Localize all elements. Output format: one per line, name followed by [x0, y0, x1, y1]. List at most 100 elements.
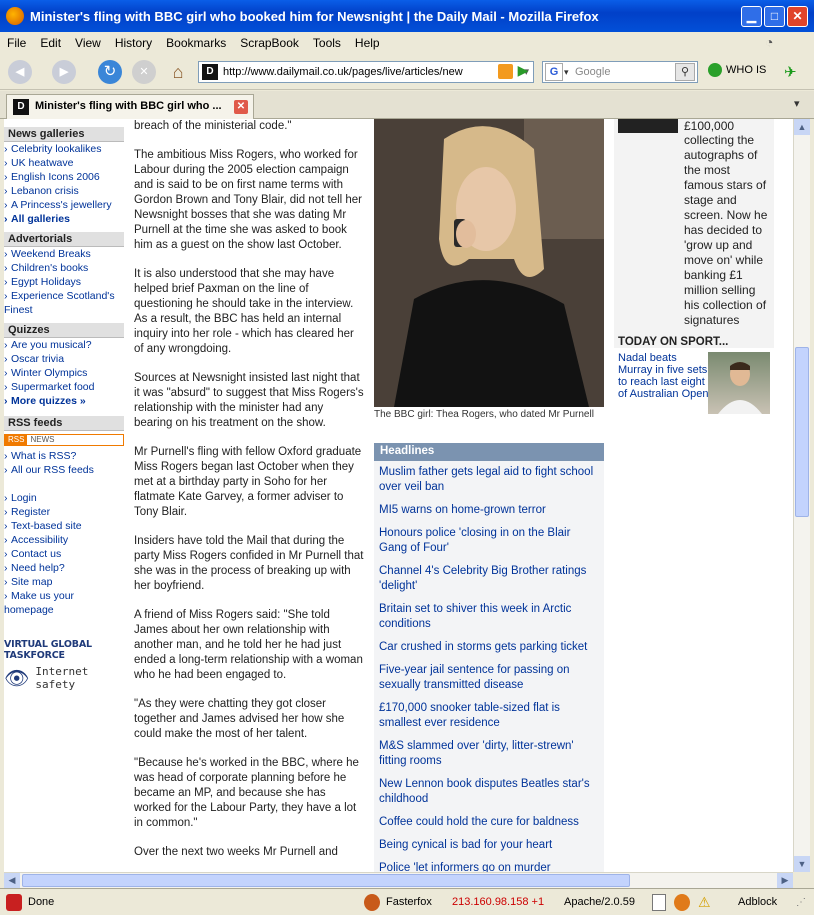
link-childrens-books[interactable]: Children's books [4, 261, 124, 275]
link-experience-scotland[interactable]: Experience Scotland's [4, 289, 124, 303]
link-register[interactable]: Register [4, 505, 124, 519]
scroll-right-icon[interactable]: ▶ [777, 873, 793, 888]
back-arrow-icon[interactable]: ◀ [8, 60, 32, 84]
ip-address[interactable]: 213.160.98.158 +1 [452, 894, 544, 911]
link-uk-heatwave[interactable]: UK heatwave [4, 156, 124, 170]
headline-link[interactable]: MI5 warns on home-grown terror [374, 499, 604, 522]
engine-dropdown-icon[interactable]: ▾ [564, 62, 569, 82]
reload-icon[interactable]: ↻ [98, 60, 122, 84]
warning-icon[interactable]: ⚠ [698, 894, 711, 911]
navigation-toolbar: ◀ ▶ ↻ ✕ ⌂ D http://www.dailymail.co.uk/p… [0, 54, 814, 90]
home-icon[interactable]: ⌂ [166, 60, 190, 84]
horizontal-scrollbar[interactable]: ◀ ▶ [4, 872, 793, 888]
rss-feed-icon[interactable] [498, 64, 513, 79]
link-more-quizzes[interactable]: More quizzes » [4, 394, 124, 408]
status-bar: Done Fasterfox 213.160.98.158 +1 Apache/… [0, 888, 814, 915]
section-news-galleries: News galleries [4, 127, 124, 142]
whois-button[interactable]: WHO IS [708, 63, 766, 77]
headline-link[interactable]: Muslim father gets legal aid to fight sc… [374, 461, 604, 499]
headline-link[interactable]: M&S slammed over 'dirty, litter-strewn' … [374, 735, 604, 773]
google-engine-icon[interactable]: G [545, 63, 563, 81]
headline-link[interactable]: Coffee could hold the cure for baldness [374, 811, 604, 834]
sport-link[interactable]: Nadal beats Murray in five sets to reach… [614, 352, 709, 400]
rss-news-badge[interactable]: RSS NEWS [4, 434, 124, 446]
resize-grip-icon[interactable]: ⋰ [796, 894, 808, 911]
link-weekend-breaks[interactable]: Weekend Breaks [4, 247, 124, 261]
link-homepage-cont[interactable]: homepage [4, 603, 124, 617]
link-make-us-homepage[interactable]: Make us your [4, 589, 124, 603]
link-all-galleries[interactable]: All galleries [4, 212, 124, 226]
menu-file[interactable]: File [0, 36, 33, 50]
link-what-is-rss[interactable]: What is RSS? [4, 449, 124, 463]
link-login[interactable]: Login [4, 491, 124, 505]
close-window-button[interactable]: ✕ [787, 6, 808, 27]
status-addon-icon[interactable] [6, 894, 22, 911]
scroll-thumb[interactable] [795, 347, 809, 517]
vgt-logo-title[interactable]: VIRTUAL GLOBAL TASKFORCE [4, 639, 124, 661]
tab-list-icon[interactable]: ▾ [794, 97, 800, 110]
link-are-you-musical[interactable]: Are you musical? [4, 338, 124, 352]
headline-link[interactable]: Britain set to shiver this week in Arcti… [374, 598, 604, 636]
headline-link[interactable]: New Lennon book disputes Beatles star's … [374, 773, 604, 811]
headline-link[interactable]: Police 'let informers go on murder [374, 857, 604, 872]
right-sidebox: £100,000 collecting the autographs of th… [614, 119, 774, 414]
search-field[interactable]: G ▾ Google ⚲ [542, 61, 698, 83]
link-all-rss-feeds[interactable]: All our RSS feeds [4, 463, 124, 477]
tab-article[interactable]: D Minister's fling with BBC girl who ...… [6, 94, 254, 119]
sidebox-text: collecting the autographs of the most fa… [614, 133, 774, 328]
menu-history[interactable]: History [108, 36, 159, 50]
link-winter-olympics[interactable]: Winter Olympics [4, 366, 124, 380]
sport-thumbnail[interactable] [708, 352, 770, 414]
page-info-icon[interactable] [652, 894, 666, 911]
link-contact-us[interactable]: Contact us [4, 547, 124, 561]
adblock-label[interactable]: Adblock [738, 894, 777, 911]
scroll-down-icon[interactable]: ▼ [794, 856, 810, 872]
headline-link[interactable]: Honours police 'closing in on the Blair … [374, 522, 604, 560]
link-accessibility[interactable]: Accessibility [4, 533, 124, 547]
fasterfox-icon[interactable] [364, 894, 380, 911]
hscroll-thumb[interactable] [22, 874, 630, 887]
link-supermarket-food[interactable]: Supermarket food [4, 380, 124, 394]
menu-bookmarks[interactable]: Bookmarks [159, 36, 233, 50]
url-field[interactable]: D http://www.dailymail.co.uk/pages/live/… [198, 61, 534, 83]
headlines-box: Headlines Muslim father gets legal aid t… [374, 443, 604, 872]
firefox-status-icon[interactable] [674, 894, 690, 911]
status-text: Done [28, 896, 55, 908]
headline-link[interactable]: Car crushed in storms gets parking ticke… [374, 636, 604, 659]
forward-arrow-icon[interactable]: ▶ [52, 60, 76, 84]
link-experience-scotland-cont[interactable]: Finest [4, 303, 124, 317]
headline-link[interactable]: Channel 4's Celebrity Big Brother rating… [374, 560, 604, 598]
menu-edit[interactable]: Edit [33, 36, 68, 50]
autograph-thumbnail[interactable] [618, 119, 678, 133]
menu-help[interactable]: Help [348, 36, 387, 50]
maximize-button[interactable]: □ [764, 6, 785, 27]
tab-close-icon[interactable]: ✕ [234, 100, 248, 114]
link-princess-jewellery[interactable]: A Princess's jewellery [4, 198, 124, 212]
vgt-logo[interactable]: 👁 Internet safety [4, 665, 124, 691]
fasterfox-label[interactable]: Fasterfox [386, 894, 432, 911]
go-icon[interactable]: ▶ [514, 62, 532, 82]
headline-link[interactable]: Five-year jail sentence for passing on s… [374, 659, 604, 697]
link-english-icons[interactable]: English Icons 2006 [4, 170, 124, 184]
search-icon[interactable]: ⚲ [675, 63, 695, 81]
link-need-help[interactable]: Need help? [4, 561, 124, 575]
menu-scrapbook[interactable]: ScrapBook [233, 36, 306, 50]
scroll-left-icon[interactable]: ◀ [4, 873, 20, 888]
minimize-button[interactable]: ▁ [741, 6, 762, 27]
headline-link[interactable]: £170,000 snooker table-sized flat is sma… [374, 697, 604, 735]
menu-tools[interactable]: Tools [306, 36, 348, 50]
link-text-based-site[interactable]: Text-based site [4, 519, 124, 533]
headline-link[interactable]: Being cynical is bad for your heart [374, 834, 604, 857]
menu-view[interactable]: View [68, 36, 108, 50]
link-site-map[interactable]: Site map [4, 575, 124, 589]
window-title: Minister's fling with BBC girl who booke… [30, 8, 599, 24]
stop-icon[interactable]: ✕ [132, 60, 156, 84]
link-egypt-holidays[interactable]: Egypt Holidays [4, 275, 124, 289]
server-info[interactable]: Apache/2.0.59 [564, 894, 635, 911]
scroll-up-icon[interactable]: ▲ [794, 119, 810, 135]
extension-icon[interactable]: ✈ [784, 63, 802, 81]
link-lebanon-crisis[interactable]: Lebanon crisis [4, 184, 124, 198]
vertical-scrollbar[interactable]: ▲ ▼ [793, 119, 810, 872]
link-oscar-trivia[interactable]: Oscar trivia [4, 352, 124, 366]
link-celebrity-lookalikes[interactable]: Celebrity lookalikes [4, 142, 124, 156]
